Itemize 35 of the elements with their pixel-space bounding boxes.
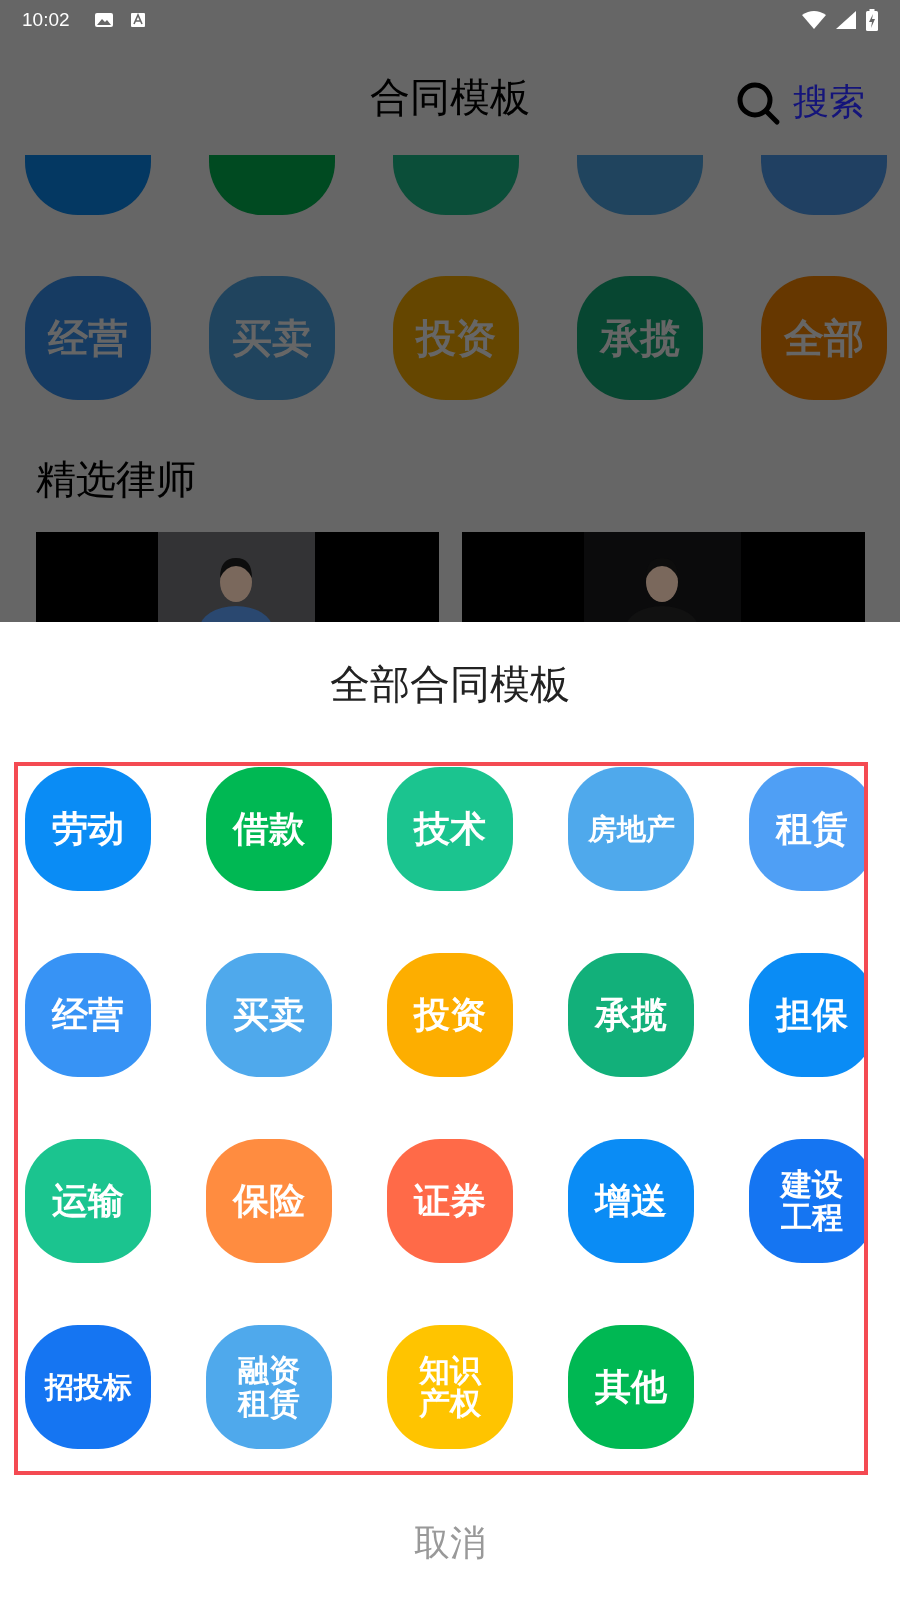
cancel-button[interactable]: 取消 (404, 1515, 496, 1572)
category-tile[interactable]: 保险 (206, 1139, 332, 1263)
category-tile[interactable]: 担保 (749, 953, 864, 1077)
page-title: 合同模板 (370, 73, 530, 122)
font-icon (129, 11, 146, 29)
category-tile[interactable]: 建设工程 (749, 1139, 864, 1263)
section-title: 精选律师 (36, 455, 197, 504)
category-tile[interactable]: 经营 (25, 276, 151, 400)
battery-icon (866, 9, 878, 31)
category-tile[interactable]: 技术 (387, 767, 513, 891)
status-time: 10:02 (22, 9, 70, 31)
image-icon (93, 11, 114, 29)
wifi-icon (802, 11, 826, 29)
category-tile[interactable]: 承揽 (577, 276, 703, 400)
search-button[interactable]: 搜索 (735, 78, 865, 127)
category-tile[interactable]: 买卖 (206, 953, 332, 1077)
category-tile[interactable]: 招投标 (25, 1325, 151, 1449)
category-tile[interactable]: 投资 (393, 276, 519, 400)
category-tile[interactable]: 借款 (206, 767, 332, 891)
category-tile[interactable]: 投资 (387, 953, 513, 1077)
category-tile[interactable]: 房地产 (568, 767, 694, 891)
category-tile[interactable]: 其他 (568, 1325, 694, 1449)
category-tile[interactable]: 全部 (761, 276, 887, 400)
category-tile[interactable]: 运输 (25, 1139, 151, 1263)
category-tile[interactable]: 证券 (387, 1139, 513, 1263)
category-tile[interactable]: 经营 (25, 953, 151, 1077)
category-tile[interactable]: 买卖 (209, 276, 335, 400)
category-tile[interactable]: 承揽 (568, 953, 694, 1077)
category-tile[interactable]: 增送 (568, 1139, 694, 1263)
category-tile[interactable]: 融资租赁 (206, 1325, 332, 1449)
category-tile[interactable]: 知识产权 (387, 1325, 513, 1449)
category-tile[interactable]: 劳动 (25, 767, 151, 891)
category-tile[interactable]: 租赁 (749, 767, 864, 891)
sheet-title: 全部合同模板 (330, 660, 570, 709)
signal-icon (836, 11, 856, 29)
